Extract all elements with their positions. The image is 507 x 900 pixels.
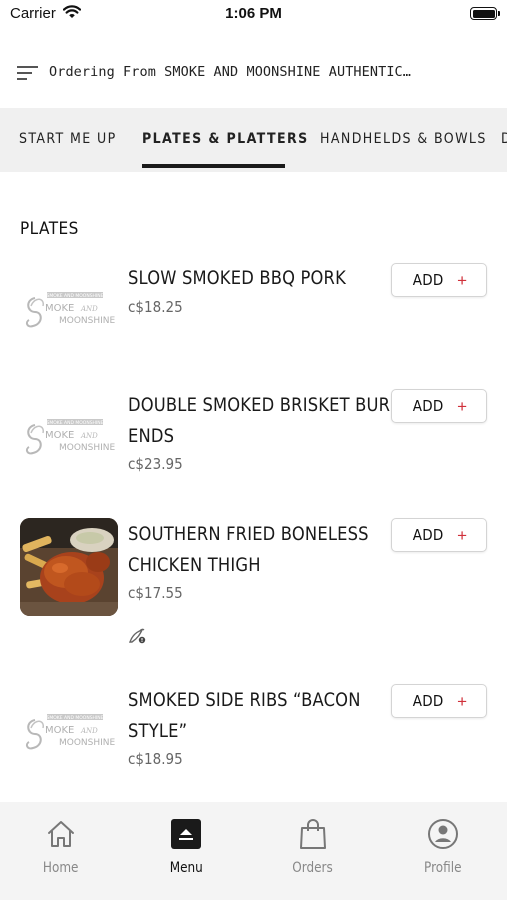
logo-line3: MOONSHINE [59,316,116,326]
item-name-line: ENDS [128,425,175,447]
add-label: ADD [412,271,444,289]
plus-icon: + [457,396,468,416]
nav-menu[interactable]: Menu [136,818,236,877]
spicy-alert-icon [128,628,146,649]
logo-line2: AND [80,305,98,313]
item-name: SOUTHERN FRIED BONELESS CHICKEN THIGH [128,519,369,581]
clock: 1:06 PM [225,5,282,22]
add-label: ADD [412,526,444,544]
tab-next-category[interactable]: D [501,131,507,147]
ordering-from-text[interactable]: Ordering From SMOKE AND MOONSHINE AUTHEN… [49,64,411,80]
plus-icon: + [457,691,468,711]
item-price: c$18.25 [128,298,183,316]
filter-lines-icon[interactable] [17,64,39,87]
active-tab-indicator [142,164,285,168]
item-name: SLOW SMOKED BBQ PORK [128,263,346,294]
logo-line1: MOKE [45,725,74,736]
nav-profile[interactable]: Profile [393,818,493,877]
tab-plates-and-platters[interactable]: PLATES & PLATTERS [142,131,309,147]
logo-line1: MOKE [45,303,74,314]
nav-profile-label: Profile [424,860,462,876]
battery-icon [470,7,500,20]
nav-home-label: Home [43,860,79,876]
item-name-line: SLOW SMOKED BBQ PORK [128,267,346,289]
plus-icon: + [457,270,468,290]
add-label: ADD [412,692,444,710]
tab-start-me-up[interactable]: START ME UP [19,131,117,147]
profile-icon [393,818,493,850]
order-location-header[interactable]: Ordering From SMOKE AND MOONSHINE AUTHEN… [0,52,507,96]
item-name-line: CHICKEN THIGH [128,554,261,576]
item-price: c$23.95 [128,455,183,473]
category-tab-bar[interactable]: START ME UP PLATES & PLATTERS HANDHELDS … [0,108,507,172]
tab-handhelds-and-bowls[interactable]: HANDHELDS & BOWLS [320,131,487,147]
logo-line3: MOONSHINE [59,443,116,453]
plus-icon: + [457,525,468,545]
item-name: SMOKED SIDE RIBS “BACON STYLE” [128,685,361,747]
nav-orders-label: Orders [292,860,334,876]
fried-chicken-photo [20,518,118,616]
item-name-line: SMOKED SIDE RIBS “BACON [128,689,361,711]
item-price: c$18.95 [128,750,183,768]
nav-home[interactable]: Home [11,818,111,877]
logo-top-text: SMOKE AND MOONSHINE [47,293,104,299]
logo-line2: AND [80,432,98,440]
add-button[interactable]: ADD + [391,389,487,423]
add-button[interactable]: ADD + [391,263,487,297]
restaurant-logo-image: SMOKE AND MOONSHINE MOKE AND MOONSHINE [20,262,118,360]
nav-orders[interactable]: Orders [263,818,363,877]
item-price: c$17.55 [128,584,183,602]
logo-line2: AND [80,727,98,735]
item-name-line: SOUTHERN FRIED BONELESS [128,523,369,545]
menu-icon [136,818,236,850]
logo-line3: MOONSHINE [59,738,116,748]
section-title: PLATES [20,219,79,239]
item-name: DOUBLE SMOKED BRISKET BURNT ENDS [128,390,413,452]
bag-icon [263,818,363,850]
restaurant-logo-image: SMOKE AND MOONSHINE MOKE AND MOONSHINE [20,389,118,487]
logo-top-text: SMOKE AND MOONSHINE [47,420,104,426]
add-label: ADD [412,397,444,415]
bottom-navigation: Home Menu Orders Profile [0,802,507,900]
add-button[interactable]: ADD + [391,684,487,718]
logo-line1: MOKE [45,430,74,441]
home-icon [11,818,111,850]
nav-menu-label: Menu [169,860,203,876]
item-name-line: STYLE” [128,720,188,742]
status-bar: Carrier 1:06 PM [0,0,507,28]
add-button[interactable]: ADD + [391,518,487,552]
restaurant-logo-image: SMOKE AND MOONSHINE MOKE AND MOONSHINE [20,684,118,782]
logo-top-text: SMOKE AND MOONSHINE [47,715,104,721]
item-name-line: DOUBLE SMOKED BRISKET BURNT [128,394,413,416]
